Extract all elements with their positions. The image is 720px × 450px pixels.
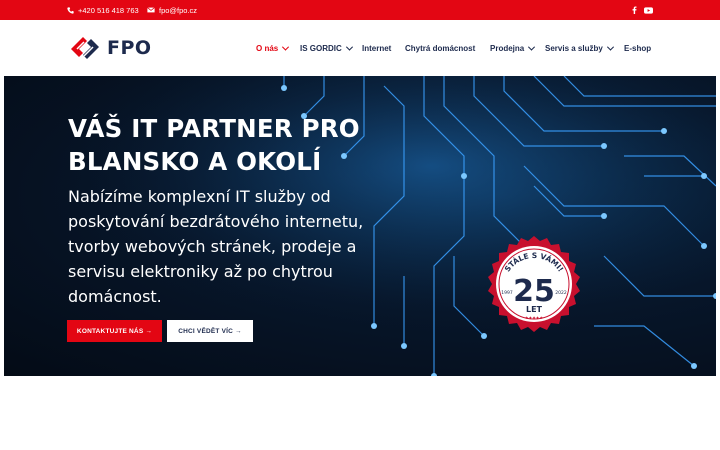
hero-title-line: VÁŠ IT PARTNER PRO bbox=[68, 114, 360, 143]
chevron-down-icon bbox=[606, 43, 614, 51]
hero-subtitle-line: poskytování bezdrátového internetu, bbox=[68, 212, 364, 231]
youtube-link[interactable] bbox=[644, 0, 653, 20]
hero-banner: VÁŠ IT PARTNER PRO BLANSKO A OKOLÍ Nabíz… bbox=[4, 76, 716, 376]
nav-chytra-domacnost[interactable]: Chytrá domácnost bbox=[405, 20, 475, 76]
nav-e-shop-label: E-shop bbox=[624, 43, 652, 53]
nav-o-nas[interactable]: O nás bbox=[256, 20, 290, 76]
badge-unit: LET bbox=[526, 305, 543, 314]
nav-is-gordic[interactable]: IS GORDIC bbox=[300, 20, 353, 76]
hero-subtitle-line: Nabízíme komplexní IT služby od bbox=[68, 187, 331, 206]
badge-year-to: 2022 bbox=[555, 290, 567, 296]
learn-more-button[interactable]: CHCI VĚDĚT VÍC → bbox=[167, 320, 253, 342]
nav-chytra-domacnost-label: Chytrá domácnost bbox=[405, 43, 476, 53]
badge-number: 25 bbox=[513, 274, 555, 309]
youtube-icon bbox=[644, 6, 653, 14]
chevron-down-icon bbox=[345, 43, 353, 51]
chevron-down-icon bbox=[282, 43, 290, 51]
nav-o-nas-label: O nás bbox=[256, 43, 279, 53]
nav-is-gordic-label: IS GORDIC bbox=[300, 43, 342, 53]
email-link[interactable]: fpo@fpo.cz bbox=[147, 0, 197, 20]
nav-servis-a-sluzby[interactable]: Servis a služby bbox=[545, 20, 614, 76]
hero-subtitle-line: domácnost. bbox=[68, 287, 162, 306]
anniversary-badge: STÁLE S VÁMI! 1997 2022 25 LET ★★★★★ bbox=[488, 236, 580, 332]
nav-prodejna[interactable]: Prodejna bbox=[490, 20, 536, 76]
chevron-down-icon bbox=[528, 43, 536, 51]
hero-title-line: BLANSKO A OKOLÍ bbox=[68, 147, 322, 176]
email-address: fpo@fpo.cz bbox=[159, 5, 198, 15]
facebook-icon bbox=[632, 6, 637, 14]
badge-year-from: 1997 bbox=[501, 290, 513, 296]
site-header: FPO O nás IS GORDIC Internet Chytrá domá… bbox=[0, 20, 720, 76]
contact-us-button[interactable]: KONTAKTUJTE NÁS → bbox=[67, 320, 162, 342]
envelope-icon bbox=[147, 7, 155, 13]
phone-icon bbox=[67, 6, 74, 14]
hero-subtitle-line: servisu elektroniky až po chytrou bbox=[68, 262, 333, 281]
nav-e-shop[interactable]: E-shop bbox=[624, 20, 651, 76]
hero-subtitle: Nabízíme komplexní IT služby od poskytov… bbox=[68, 184, 398, 309]
nav-internet[interactable]: Internet bbox=[362, 20, 391, 76]
hero-title: VÁŠ IT PARTNER PRO BLANSKO A OKOLÍ bbox=[68, 112, 398, 178]
fpo-logo-icon bbox=[71, 37, 99, 59]
hero-subtitle-line: tvorby webových stránek, prodeje a bbox=[68, 237, 357, 256]
badge-stars-icon: ★★★★★ bbox=[525, 315, 543, 320]
facebook-link[interactable] bbox=[632, 0, 637, 20]
site-logo[interactable]: FPO bbox=[67, 31, 159, 65]
top-bar: +420 516 418 763 fpo@fpo.cz bbox=[0, 0, 720, 20]
logo-text: FPO bbox=[107, 37, 152, 59]
phone-number: +420 516 418 763 bbox=[78, 5, 139, 15]
nav-servis-a-sluzby-label: Servis a služby bbox=[545, 43, 603, 53]
nav-prodejna-label: Prodejna bbox=[490, 43, 525, 53]
phone-link[interactable]: +420 516 418 763 bbox=[67, 0, 139, 20]
nav-internet-label: Internet bbox=[362, 43, 392, 53]
